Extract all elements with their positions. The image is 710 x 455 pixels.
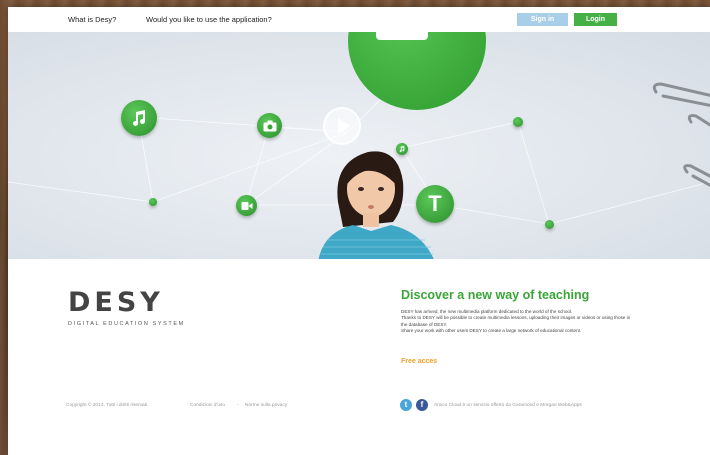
nav-link-what-is-desy[interactable]: What is Desy? [68,15,116,24]
video-node [236,195,257,216]
twitter-icon[interactable]: t [400,399,412,411]
camera-icon [376,32,428,40]
music-node [121,100,157,136]
camera-node [257,113,282,138]
video-camera-icon [241,201,252,210]
logo-wordmark: DESY [68,287,164,318]
hero-banner: T [8,32,710,259]
signin-button[interactable]: Sign in [517,13,568,26]
logo-subtitle: DIGITAL EDUCATION SYSTEM [68,321,185,327]
desy-logo: DESY DIGITAL EDUCATION SYSTEM [68,287,183,327]
description-line-3: Share your work with other users DESY to… [401,327,582,333]
small-camera-node [513,117,523,127]
description-text: DESY has arrived, the new multimedia pla… [401,309,631,334]
tagline-heading: Discover a new way of teaching [401,288,590,302]
small-video-node [545,220,554,229]
music-note-icon [133,110,146,126]
privacy-link[interactable]: Norme sulla privacy [245,403,287,408]
facebook-icon[interactable]: f [416,399,428,411]
student-photo [318,151,434,259]
terms-link[interactable]: Condizioni d'uso [190,403,225,408]
browser-page: What is Desy? Would you like to use the … [8,7,710,455]
description-line-2: Thanks to DESY will be possible to creat… [401,315,631,327]
top-nav: What is Desy? Would you like to use the … [8,7,710,32]
copyright-text: Copyright © 2013. Tutti i diritti riserv… [66,403,149,408]
nav-link-use-application[interactable]: Would you like to use the application? [146,15,272,24]
camera-small-icon [263,120,276,131]
credits-text: Amico Cloud è un servizio offerto da Gar… [434,403,582,408]
play-icon[interactable] [323,107,361,145]
login-button[interactable]: Login [574,13,617,26]
small-dot-node [149,198,157,206]
paper-clips [652,82,710,187]
footer-separator: - [237,403,239,408]
free-access-link[interactable]: Free acces [401,358,437,365]
